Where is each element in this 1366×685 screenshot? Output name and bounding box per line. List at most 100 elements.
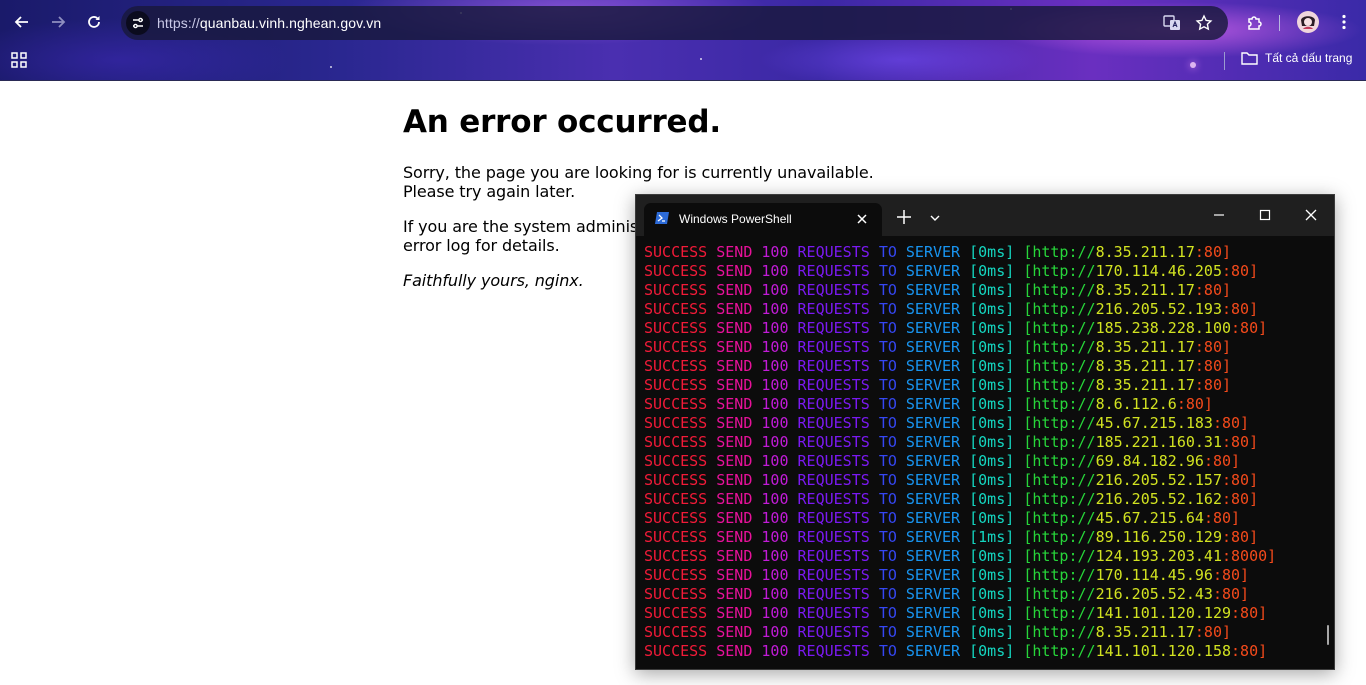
back-button[interactable] <box>8 8 36 36</box>
log-host: 8.6.112.6 <box>1095 395 1177 413</box>
log-verb: SEND <box>716 376 753 394</box>
translate-button[interactable] <box>1162 13 1182 33</box>
all-bookmarks-button[interactable]: Tất cả dấu trang <box>1241 51 1352 65</box>
log-status: SUCCESS <box>644 471 708 489</box>
log-count: 100 <box>761 623 789 641</box>
log-host: 8.35.211.17 <box>1095 281 1195 299</box>
terminal-line: SUCCESS SEND 100 REQUESTS TO SERVER [0ms… <box>644 262 1319 281</box>
log-time: [0ms] <box>969 357 1015 375</box>
log-server: SERVER <box>905 376 961 394</box>
powershell-window[interactable]: Windows PowerShell SUCCESS SEND 100 REQU… <box>635 194 1335 670</box>
log-time: [0ms] <box>969 547 1015 565</box>
log-time: [0ms] <box>969 414 1015 432</box>
log-requests: REQUESTS <box>797 642 870 660</box>
log-server: SERVER <box>905 528 961 546</box>
forward-button[interactable] <box>44 8 72 36</box>
log-time: [0ms] <box>969 262 1015 280</box>
log-to: TO <box>878 623 897 641</box>
browser-menu-button[interactable] <box>1330 8 1358 36</box>
terminal-line: SUCCESS SEND 100 REQUESTS TO SERVER [0ms… <box>644 376 1319 395</box>
reload-icon <box>88 16 100 28</box>
new-tab-icon[interactable] <box>896 209 912 225</box>
log-verb: SEND <box>716 509 753 527</box>
log-to: TO <box>878 566 897 584</box>
site-info-button[interactable] <box>126 11 150 35</box>
terminal-line: SUCCESS SEND 100 REQUESTS TO SERVER [0ms… <box>644 338 1319 357</box>
log-time: [0ms] <box>969 566 1015 584</box>
terminal-line: SUCCESS SEND 100 REQUESTS TO SERVER [0ms… <box>644 623 1319 642</box>
log-count: 100 <box>761 509 789 527</box>
translate-icon <box>1163 15 1180 30</box>
log-verb: SEND <box>716 547 753 565</box>
log-port: :80] <box>1194 357 1232 375</box>
log-url-prefix: [http:// <box>1023 528 1096 546</box>
log-time: [0ms] <box>969 509 1015 527</box>
terminal-scrollbar[interactable] <box>1327 625 1329 645</box>
log-host: 8.35.211.17 <box>1095 338 1195 356</box>
reload-button[interactable] <box>80 8 108 36</box>
log-to: TO <box>878 490 897 508</box>
extensions-button[interactable] <box>1241 8 1269 36</box>
log-url-prefix: [http:// <box>1023 471 1096 489</box>
log-count: 100 <box>761 604 789 622</box>
log-time: [0ms] <box>969 395 1015 413</box>
log-to: TO <box>878 243 897 261</box>
log-url-prefix: [http:// <box>1023 433 1096 451</box>
log-server: SERVER <box>905 566 961 584</box>
dropdown-chevron-icon[interactable] <box>929 213 941 223</box>
log-to: TO <box>878 376 897 394</box>
log-url-prefix: [http:// <box>1023 566 1096 584</box>
log-host: 8.35.211.17 <box>1095 376 1195 394</box>
log-time: [0ms] <box>969 642 1015 660</box>
log-port: :80] <box>1212 414 1250 432</box>
address-bar[interactable]: https://quanbau.vinh.nghean.gov.vn <box>121 6 1228 40</box>
log-requests: REQUESTS <box>797 585 870 603</box>
log-host: 170.114.45.96 <box>1095 566 1213 584</box>
log-count: 100 <box>761 490 789 508</box>
bookmark-star-button[interactable] <box>1194 13 1214 33</box>
log-requests: REQUESTS <box>797 509 870 527</box>
log-requests: REQUESTS <box>797 243 870 261</box>
log-to: TO <box>878 547 897 565</box>
url-text[interactable]: https://quanbau.vinh.nghean.gov.vn <box>157 15 381 31</box>
terminal-line: SUCCESS SEND 100 REQUESTS TO SERVER [0ms… <box>644 642 1319 661</box>
terminal-line: SUCCESS SEND 100 REQUESTS TO SERVER [0ms… <box>644 357 1319 376</box>
log-status: SUCCESS <box>644 414 708 432</box>
maximize-icon[interactable] <box>1258 208 1272 222</box>
apps-button[interactable] <box>10 51 30 69</box>
close-window-icon[interactable] <box>1304 208 1318 222</box>
log-server: SERVER <box>905 281 961 299</box>
close-tab-icon[interactable] <box>854 211 870 227</box>
log-requests: REQUESTS <box>797 281 870 299</box>
log-server: SERVER <box>905 262 961 280</box>
log-count: 100 <box>761 433 789 451</box>
log-to: TO <box>878 262 897 280</box>
log-host: 124.193.203.41 <box>1095 547 1222 565</box>
log-requests: REQUESTS <box>797 566 870 584</box>
log-verb: SEND <box>716 585 753 603</box>
log-port: :80] <box>1231 642 1268 660</box>
minimize-icon[interactable] <box>1212 208 1226 222</box>
terminal-titlebar[interactable]: Windows PowerShell <box>636 195 1334 236</box>
log-to: TO <box>878 509 897 527</box>
log-server: SERVER <box>905 604 961 622</box>
log-time: [1ms] <box>969 528 1015 546</box>
log-time: [0ms] <box>969 471 1015 489</box>
log-url-prefix: [http:// <box>1023 452 1096 470</box>
background-star <box>1190 62 1196 68</box>
profile-button[interactable] <box>1294 8 1322 36</box>
log-count: 100 <box>761 471 789 489</box>
log-verb: SEND <box>716 623 753 641</box>
log-requests: REQUESTS <box>797 262 870 280</box>
log-count: 100 <box>761 395 789 413</box>
log-port: :80] <box>1222 490 1259 508</box>
terminal-line: SUCCESS SEND 100 REQUESTS TO SERVER [0ms… <box>644 547 1319 566</box>
log-count: 100 <box>761 642 789 660</box>
terminal-tab[interactable]: Windows PowerShell <box>644 203 882 236</box>
log-count: 100 <box>761 357 789 375</box>
log-url-prefix: [http:// <box>1023 547 1096 565</box>
url-scheme: https:// <box>157 15 200 31</box>
log-verb: SEND <box>716 433 753 451</box>
terminal-output[interactable]: SUCCESS SEND 100 REQUESTS TO SERVER [0ms… <box>644 243 1319 663</box>
bookmark-star-icon <box>1195 14 1213 31</box>
